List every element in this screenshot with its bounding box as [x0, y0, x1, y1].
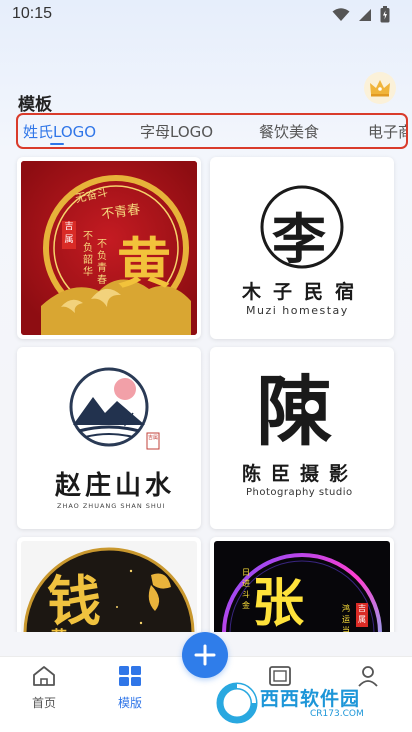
camera-lens-icon: [301, 396, 323, 418]
watermark-logo-icon: [216, 682, 258, 724]
tab-surname-logo[interactable]: 姓氏LOGO: [23, 121, 96, 142]
template-thumbnail: 李 木子民宿 Muzi homestay: [214, 161, 390, 335]
template-thumbnail: 陳 陈臣摄影 Photography studio: [214, 351, 390, 525]
template-card[interactable]: 赵庄山水 ZHAO ZHUANG SHAN SHUI 吉属: [17, 347, 201, 529]
battery-icon: [380, 6, 390, 23]
template-slogan-vertical: 日进斗金: [242, 568, 250, 610]
wifi-icon: [332, 7, 350, 21]
template-subtitle: ZHAO ZHUANG SHAN SHUI: [57, 502, 166, 510]
signal-icon: [359, 8, 371, 21]
seal-stamp: 吉属: [62, 221, 76, 249]
nav-templates-label: 模版: [117, 696, 142, 710]
template-title: 钱: [47, 569, 101, 632]
seal-stamp: 吉属: [356, 603, 368, 627]
template-slogan-vertical: 鸿运当头: [342, 604, 350, 632]
nav-home-label: 首页: [31, 696, 56, 710]
seal-stamp: 吉属: [148, 435, 159, 441]
status-time: 10:15: [12, 5, 53, 22]
home-icon: [33, 666, 55, 686]
plus-icon: [194, 644, 216, 666]
tab-food[interactable]: 餐饮美食: [259, 121, 319, 142]
status-bar: 10:15: [0, 0, 412, 30]
template-title: 张: [252, 573, 305, 632]
template-card[interactable]: 李 木子民宿 Muzi homestay: [210, 157, 394, 339]
template-slogan-vertical: 不负青春: [97, 239, 107, 286]
template-subtitle: Muzi homestay: [246, 304, 349, 317]
active-tab-indicator: [50, 143, 64, 145]
vip-crown-button[interactable]: [364, 72, 396, 104]
template-thumbnail: 张 日进斗金 鸿运当头 吉属: [214, 541, 390, 632]
template-card[interactable]: 张 日进斗金 鸿运当头 吉属: [210, 537, 394, 632]
grid-icon: [119, 666, 141, 686]
watermark: 西西软件园 CR173.COM: [216, 682, 412, 724]
category-tabs: 姓氏LOGO 字母LOGO 餐饮美食 电子商: [16, 113, 408, 149]
template-title: 木子民宿: [242, 281, 367, 303]
template-title: 赵庄山水: [55, 471, 176, 501]
watermark-domain: CR173.COM: [310, 709, 364, 719]
template-subtitle: Photography studio: [246, 487, 353, 498]
nav-home[interactable]: 首页: [14, 665, 74, 711]
template-thumbnail: 赵庄山水 ZHAO ZHUANG SHAN SHUI 吉属: [21, 351, 197, 525]
tab-letter-logo[interactable]: 字母LOGO: [140, 121, 213, 142]
template-title: 黄: [117, 231, 171, 295]
watermark-brand: 西西软件园: [260, 688, 361, 710]
template-thumbnail: 黄 无奋斗 不青春 不负韶华 不负青春 吉属: [21, 161, 197, 335]
template-title: 陈臣摄影: [242, 463, 359, 485]
template-subtitle: 花: [51, 623, 67, 632]
crown-icon: [370, 80, 390, 97]
template-card[interactable]: 陳 陈臣摄影 Photography studio: [210, 347, 394, 529]
create-button[interactable]: [182, 632, 228, 678]
nav-templates[interactable]: 模版: [100, 665, 160, 711]
template-slogan-vertical: 不负韶华: [83, 231, 93, 278]
tab-ecommerce[interactable]: 电子商: [368, 121, 406, 142]
template-mark: 李: [272, 207, 326, 271]
template-card[interactable]: 钱 花: [17, 537, 201, 632]
template-thumbnail: 钱 花: [21, 541, 197, 632]
section-title: 模板: [18, 95, 52, 115]
template-card[interactable]: 黄 无奋斗 不青春 不负韶华 不负青春 吉属: [17, 157, 201, 339]
template-grid: 黄 无奋斗 不青春 不负韶华 不负青春 吉属 李 木子民宿 Muzi homes…: [0, 152, 412, 632]
